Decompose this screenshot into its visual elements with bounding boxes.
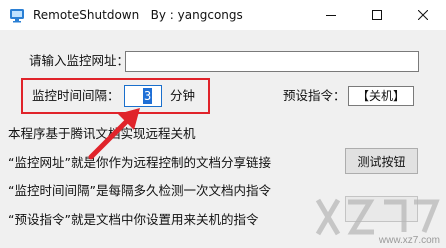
watermark-text: www.xz7.com [378, 235, 440, 246]
app-window: RemoteShutdown By : yangcongs 请输入监控网址： 监… [0, 0, 446, 248]
